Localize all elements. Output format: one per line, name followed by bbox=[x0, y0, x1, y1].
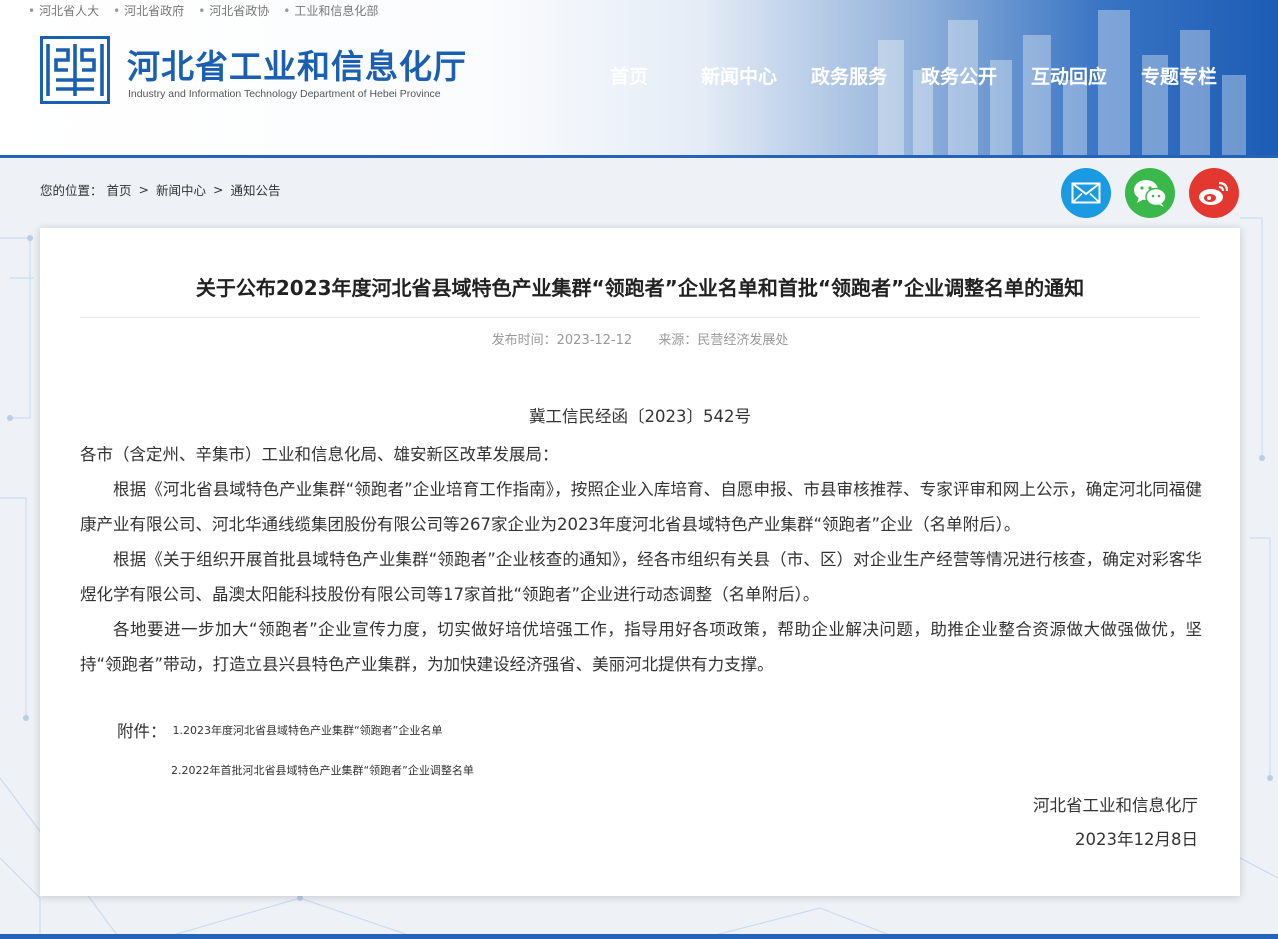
nav-news-center[interactable]: 新闻中心 bbox=[684, 62, 794, 89]
body-paragraph: 根据《关于组织开展首批县域特色产业集群“领跑者”企业核查的通知》，经各市组织有关… bbox=[80, 550, 1202, 604]
breadcrumb-news-center[interactable]: 新闻中心 bbox=[156, 180, 206, 199]
top-link-hebei-cppcc[interactable]: 河北省政协 bbox=[198, 2, 269, 19]
nav-home[interactable]: 首页 bbox=[574, 62, 684, 89]
nav-government-affairs[interactable]: 政务公开 bbox=[904, 62, 1014, 89]
signature-date: 2023年12月8日 bbox=[1075, 830, 1198, 849]
site-subtitle: Industry and Information Technology Depa… bbox=[128, 88, 441, 100]
share-wechat-button[interactable] bbox=[1125, 168, 1175, 218]
breadcrumb: 您的位置： 首页 > 新闻中心 > 通知公告 bbox=[40, 180, 281, 199]
breadcrumb-separator: > bbox=[138, 182, 150, 197]
share-buttons bbox=[1061, 168, 1239, 218]
body-paragraph: 各地要进一步加大“领跑者”企业宣传力度，切实做好培优培强工作，指导用好各项政策，… bbox=[80, 620, 1202, 674]
top-link-hebei-government[interactable]: 河北省政府 bbox=[113, 2, 184, 19]
nav-government-services[interactable]: 政务服务 bbox=[794, 62, 904, 89]
body-paragraph: 根据《河北省县域特色产业集群“领跑者”企业培育工作指南》，按照企业入库培育、自愿… bbox=[80, 480, 1202, 534]
header-divider bbox=[0, 155, 1278, 158]
top-link-hebei-npc[interactable]: 河北省人大 bbox=[28, 2, 99, 19]
nav-special-topics[interactable]: 专题专栏 bbox=[1124, 62, 1234, 89]
article-body: 各市（含定州、辛集市）工业和信息化局、雄安新区改革发展局： 根据《河北省县域特色… bbox=[80, 437, 1202, 682]
signature-organization: 河北省工业和信息化厅 bbox=[1033, 796, 1198, 815]
publish-time: 发布时间：2023-12-12 bbox=[491, 333, 633, 348]
article-source: 来源：民营经济发展处 bbox=[658, 333, 789, 348]
nav-interaction[interactable]: 互动回应 bbox=[1014, 62, 1124, 89]
weibo-icon bbox=[1199, 181, 1229, 205]
breadcrumb-notices[interactable]: 通知公告 bbox=[231, 180, 281, 199]
attachment-link-1[interactable]: 1.2023年度河北省县域特色产业集群“领跑者”企业名单 bbox=[173, 722, 443, 738]
article-title: 关于公布2023年度河北省县域特色产业集群“领跑者”企业名单和首批“领跑者”企业… bbox=[195, 276, 1085, 300]
breadcrumb-home[interactable]: 首页 bbox=[107, 180, 132, 199]
site-title[interactable]: 河北省工业和信息化厅 bbox=[127, 40, 467, 88]
share-mail-button[interactable] bbox=[1061, 168, 1111, 218]
mail-icon bbox=[1071, 182, 1101, 204]
attachments-label: 附件： bbox=[117, 722, 167, 741]
wechat-icon bbox=[1134, 180, 1167, 207]
article-card: 关于公布2023年度河北省县域特色产业集群“领跑者”企业名单和首批“领跑者”企业… bbox=[40, 228, 1240, 896]
footer-divider bbox=[0, 934, 1278, 939]
title-divider bbox=[80, 317, 1200, 318]
breadcrumb-label: 您的位置： bbox=[40, 183, 103, 198]
main-nav: 首页 新闻中心 政务服务 政务公开 互动回应 专题专栏 bbox=[574, 62, 1234, 89]
attachments: 附件： 1.2023年度河北省县域特色产业集群“领跑者”企业名单 bbox=[117, 718, 442, 742]
breadcrumb-separator: > bbox=[213, 182, 224, 197]
attachment-link-2[interactable]: 2.2022年首批河北省县域特色产业集群“领跑者”企业调整名单 bbox=[171, 762, 474, 778]
share-weibo-button[interactable] bbox=[1189, 168, 1239, 218]
top-link-miit[interactable]: 工业和信息化部 bbox=[283, 2, 378, 19]
article-meta: 发布时间：2023-12-12 来源：民营经济发展处 bbox=[40, 329, 1240, 348]
department-logo-icon[interactable] bbox=[40, 36, 110, 104]
site-header: 河北省人大 河北省政府 河北省政协 工业和信息化部 河北省工业和信息化厅 Ind… bbox=[0, 0, 1278, 158]
salutation: 各市（含定州、辛集市）工业和信息化局、雄安新区改革发展局： bbox=[80, 445, 559, 464]
document-number: 冀工信民经函〔2023〕542号 bbox=[529, 407, 751, 426]
top-links: 河北省人大 河北省政府 河北省政协 工业和信息化部 bbox=[28, 2, 378, 19]
